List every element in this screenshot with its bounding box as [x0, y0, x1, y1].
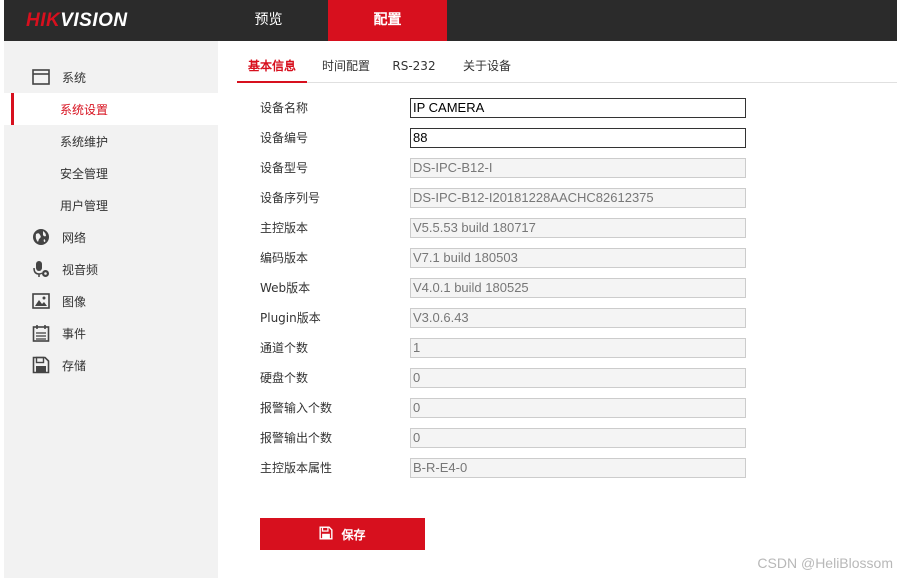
sidebar-item-events[interactable]: 事件	[4, 317, 218, 349]
plugin-version-field: V3.0.6.43	[410, 308, 746, 328]
sidebar: 系统 系统设置 系统维护 安全管理 用户管理 网络 视音频 图像 事件 存储	[4, 41, 218, 578]
sidebar-item-label: 系统维护	[60, 134, 109, 149]
web-version-row: Web版本 V4.0.1 build 180525	[260, 278, 750, 298]
save-button-label: 保存	[341, 527, 366, 542]
microphone-icon	[32, 260, 50, 278]
hdd-count-field: 0	[410, 368, 746, 388]
top-bar: HIKVISION 预览 配置	[4, 0, 897, 41]
sidebar-item-security[interactable]: 安全管理	[4, 157, 218, 189]
tab-preview[interactable]: 预览	[209, 0, 328, 41]
device-name-row: 设备名称	[260, 98, 750, 118]
web-version-field: V4.0.1 build 180525	[410, 278, 746, 298]
device-model-row: 设备型号 DS-IPC-B12-I	[260, 158, 750, 178]
sidebar-item-label: 图像	[62, 294, 87, 309]
save-disk-icon	[32, 356, 50, 374]
field-label: 设备编号	[260, 131, 309, 145]
logo-vision-text: VISION	[60, 10, 128, 31]
sidebar-item-label: 视音频	[62, 262, 99, 277]
alarm-output-count-field: 0	[410, 428, 746, 448]
field-label: 通道个数	[260, 341, 309, 355]
sidebar-item-label: 安全管理	[60, 166, 109, 181]
system-icon	[32, 68, 50, 86]
sidebar-item-audio-video[interactable]: 视音频	[4, 253, 218, 285]
hikvision-logo: HIKVISION	[26, 9, 128, 33]
serial-number-field: DS-IPC-B12-I20181228AACHC82612375	[410, 188, 746, 208]
field-label: 设备名称	[260, 101, 309, 115]
logo-hik-text: HIK	[26, 10, 61, 31]
serial-number-row: 设备序列号 DS-IPC-B12-I20181228AACHC82612375	[260, 188, 750, 208]
sidebar-item-network[interactable]: 网络	[4, 221, 218, 253]
hdd-count-row: 硬盘个数 0	[260, 368, 750, 388]
sidebar-item-label: 系统设置	[60, 102, 109, 117]
network-globe-icon	[32, 228, 50, 246]
firmware-attribute-row: 主控版本属性 B-R-E4-0	[260, 458, 750, 478]
firmware-attribute-field: B-R-E4-0	[410, 458, 746, 478]
field-label: 硬盘个数	[260, 371, 309, 385]
field-label: 设备序列号	[260, 191, 321, 205]
field-label: 编码版本	[260, 251, 309, 265]
device-number-input[interactable]	[410, 128, 746, 148]
device-model-field: DS-IPC-B12-I	[410, 158, 746, 178]
top-nav: 预览 配置	[209, 0, 447, 41]
tab-time-settings[interactable]: 时间配置	[317, 52, 375, 81]
alarm-input-count-row: 报警输入个数 0	[260, 398, 750, 418]
field-label: 主控版本	[260, 221, 309, 235]
field-label: 设备型号	[260, 161, 309, 175]
watermark-text: CSDN @HeliBlossom	[757, 555, 893, 571]
sidebar-item-label: 网络	[62, 230, 87, 245]
sidebar-item-label: 用户管理	[60, 198, 109, 213]
settings-tabs: 基本信息 时间配置 RS-232 关于设备	[237, 52, 897, 83]
field-label: 报警输出个数	[260, 431, 333, 445]
plugin-version-row: Plugin版本 V3.0.6.43	[260, 308, 750, 328]
sidebar-item-system-settings[interactable]: 系统设置	[4, 93, 218, 125]
channel-count-row: 通道个数 1	[260, 338, 750, 358]
sidebar-item-label: 系统	[62, 70, 87, 85]
tab-basic-info[interactable]: 基本信息	[237, 52, 307, 83]
device-name-input[interactable]	[410, 98, 746, 118]
calendar-icon	[32, 324, 50, 342]
sidebar-item-label: 事件	[62, 326, 87, 341]
sidebar-item-users[interactable]: 用户管理	[4, 189, 218, 221]
sidebar-item-system[interactable]: 系统	[4, 61, 218, 93]
channel-count-field: 1	[410, 338, 746, 358]
sidebar-item-image[interactable]: 图像	[4, 285, 218, 317]
firmware-version-row: 主控版本 V5.5.53 build 180717	[260, 218, 750, 238]
firmware-version-field: V5.5.53 build 180717	[410, 218, 746, 238]
field-label: Web版本	[260, 281, 311, 295]
encoder-version-field: V7.1 build 180503	[410, 248, 746, 268]
image-icon	[32, 292, 50, 310]
alarm-input-count-field: 0	[410, 398, 746, 418]
encoder-version-row: 编码版本 V7.1 build 180503	[260, 248, 750, 268]
device-number-row: 设备编号	[260, 128, 750, 148]
tab-config[interactable]: 配置	[328, 0, 447, 41]
save-disk-icon	[319, 525, 334, 543]
tab-about-device[interactable]: 关于设备	[459, 52, 515, 81]
alarm-output-count-row: 报警输出个数 0	[260, 428, 750, 448]
sidebar-item-label: 存储	[62, 358, 87, 373]
field-label: 报警输入个数	[260, 401, 333, 415]
field-label: Plugin版本	[260, 311, 321, 325]
tab-rs232[interactable]: RS-232	[389, 52, 439, 81]
save-button[interactable]: 保存	[260, 518, 425, 550]
sidebar-item-system-maintenance[interactable]: 系统维护	[4, 125, 218, 157]
field-label: 主控版本属性	[260, 461, 333, 475]
sidebar-item-storage[interactable]: 存储	[4, 349, 218, 381]
